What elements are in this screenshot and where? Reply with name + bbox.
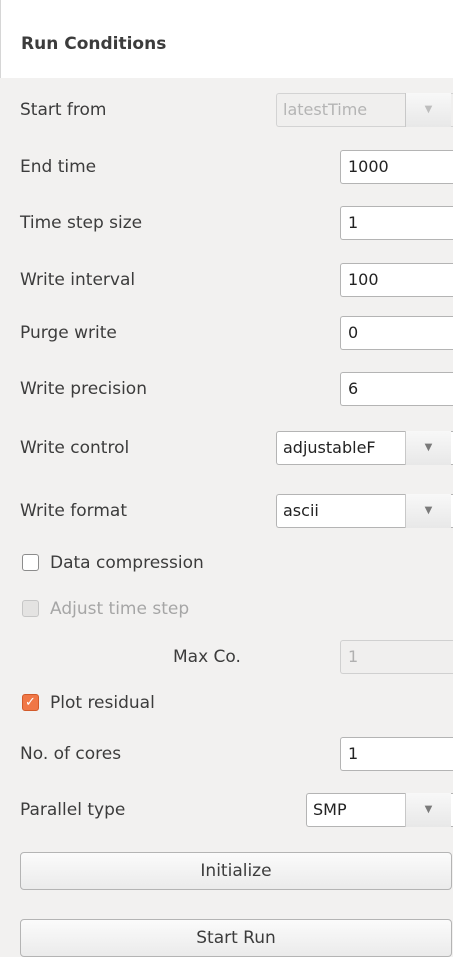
panel-header: Run Conditions (0, 0, 453, 78)
start-from-row: Start from latestTime ▼ (0, 93, 453, 127)
write-control-label: Write control (20, 438, 130, 458)
write-format-value: ascii (283, 501, 319, 520)
write-control-select[interactable]: adjustableF ▼ (276, 431, 453, 465)
purge-write-row: Purge write 0 (0, 316, 453, 350)
plot-residual-label: Plot residual (50, 693, 155, 713)
start-from-select[interactable]: latestTime ▼ (276, 93, 453, 127)
write-interval-input[interactable]: 100 (340, 263, 453, 297)
checkmark-icon[interactable]: ✓ (22, 694, 39, 711)
write-format-select[interactable]: ascii ▼ (276, 494, 453, 528)
chevron-down-icon[interactable]: ▼ (405, 793, 451, 827)
chevron-down-icon[interactable]: ▼ (405, 431, 451, 465)
data-compression-row[interactable]: Data compression (0, 546, 453, 580)
purge-write-input[interactable]: 0 (340, 316, 453, 350)
data-compression-checkbox[interactable] (22, 554, 39, 571)
cores-label: No. of cores (20, 744, 122, 764)
time-step-row: Time step size 1 (0, 206, 453, 240)
parallel-type-select[interactable]: SMP ▼ (306, 793, 453, 827)
cores-input[interactable]: 1 (340, 737, 453, 771)
adjust-time-step-checkbox (22, 600, 39, 617)
adjust-time-step-label: Adjust time step (50, 599, 190, 619)
end-time-input[interactable]: 1000 (340, 150, 453, 184)
max-co-label: Max Co. (173, 647, 241, 667)
write-control-value: adjustableF (283, 438, 376, 457)
write-precision-row: Write precision 6 (0, 372, 453, 406)
start-run-button[interactable]: Start Run (20, 919, 452, 957)
cores-row: No. of cores 1 (0, 737, 453, 771)
end-time-row: End time 1000 (0, 150, 453, 184)
panel-title: Run Conditions (21, 34, 167, 54)
end-time-label: End time (20, 157, 97, 177)
chevron-down-icon[interactable]: ▼ (405, 494, 451, 528)
max-co-row: Max Co. 1 (0, 640, 453, 674)
plot-residual-row[interactable]: ✓ Plot residual (0, 686, 453, 720)
start-from-value: latestTime (283, 100, 368, 119)
parallel-type-label: Parallel type (20, 800, 126, 820)
time-step-label: Time step size (20, 213, 143, 233)
write-precision-label: Write precision (20, 379, 147, 399)
start-from-label: Start from (20, 100, 107, 120)
write-interval-label: Write interval (20, 270, 136, 290)
max-co-input: 1 (340, 640, 453, 674)
write-control-row: Write control adjustableF ▼ (0, 431, 453, 465)
write-precision-input[interactable]: 6 (340, 372, 453, 406)
parallel-type-row: Parallel type SMP ▼ (0, 793, 453, 827)
adjust-time-step-row: Adjust time step (0, 592, 453, 626)
time-step-input[interactable]: 1 (340, 206, 453, 240)
write-format-label: Write format (20, 501, 128, 521)
write-format-row: Write format ascii ▼ (0, 494, 453, 528)
initialize-button[interactable]: Initialize (20, 852, 452, 890)
data-compression-label: Data compression (50, 553, 204, 573)
purge-write-label: Purge write (20, 323, 117, 343)
chevron-down-icon[interactable]: ▼ (405, 93, 451, 127)
write-interval-row: Write interval 100 (0, 263, 453, 297)
parallel-type-value: SMP (313, 800, 347, 819)
